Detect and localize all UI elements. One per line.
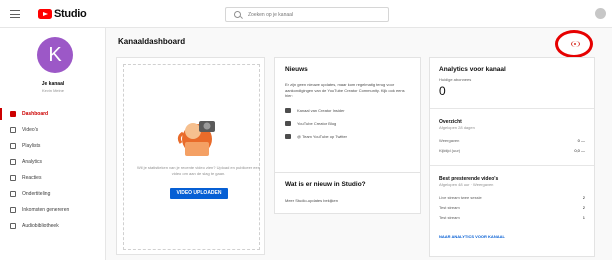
logo-text: Studio — [54, 8, 87, 20]
comments-icon — [10, 175, 16, 181]
sidebar-item-label: Reacties — [22, 175, 42, 181]
subscribers-label: Huidige abonnees — [439, 77, 472, 82]
go-live-button[interactable] — [555, 30, 593, 58]
search-icon — [234, 11, 241, 18]
page-title: Kanaaldashboard — [118, 37, 186, 46]
search-box[interactable] — [225, 7, 389, 22]
sidebar-item-label: Playlists — [22, 143, 41, 149]
video-title: Live stream twee sessie — [439, 194, 482, 200]
video-title: Test stream — [439, 214, 460, 220]
youtube-icon — [38, 9, 52, 19]
top-video-row[interactable]: Live stream twee sessie 2 — [439, 192, 585, 202]
sidebar-item-subtitles[interactable]: Ondertiteling — [0, 186, 106, 202]
sidebar-item-label: Video's — [22, 127, 39, 133]
sidebar: K Je kanaal Kevin Meine Dashboard Video'… — [0, 28, 106, 260]
analytics-title: Analytics voor kanaal — [439, 66, 506, 73]
live-broadcast-icon — [571, 41, 580, 47]
news-title: Nieuws — [285, 66, 308, 73]
news-link-creator-blog[interactable]: YouTube Creator Blog — [285, 120, 410, 134]
analytics-icon — [10, 159, 16, 165]
video-views: 1 — [582, 214, 585, 220]
divider — [430, 165, 594, 166]
dashboard-icon — [10, 111, 16, 117]
top-video-row[interactable]: Test stream 2 — [439, 202, 585, 212]
stat-value: 0 — — [577, 137, 585, 143]
account-avatar[interactable] — [595, 8, 606, 19]
upload-card: Wil je statistieken van je recente video… — [116, 57, 265, 255]
upload-illustration — [177, 121, 215, 156]
stat-label: Weergaven — [439, 137, 460, 143]
stat-value: 0,0 — — [574, 147, 585, 153]
twitter-icon — [285, 133, 291, 139]
sidebar-item-label: Analytics — [22, 159, 43, 165]
sidebar-item-label: Dashboard — [22, 111, 49, 117]
upload-video-button[interactable]: VIDEO UPLOADEN — [170, 188, 228, 199]
channel-name: Je kanaal — [41, 81, 65, 87]
news-card: Nieuws Er zijn geen nieuwe updates, maar… — [274, 57, 421, 187]
news-body: Er zijn geen nieuwe updates, maar kom re… — [285, 82, 405, 98]
studio-updates-link[interactable]: Meer Studio-updates bekijken — [285, 198, 410, 203]
stat-row: Weergaven 0 — — [439, 135, 585, 145]
news-link-label: Kanaal van Creator Insider — [297, 107, 345, 113]
playlists-icon — [10, 143, 16, 149]
video-views: 2 — [582, 194, 585, 200]
channel-subtitle: Kevin Meine — [41, 88, 64, 93]
sidebar-item-monetization[interactable]: Inkomsten genereren — [0, 202, 106, 218]
sidebar-item-playlists[interactable]: Playlists — [0, 138, 106, 154]
news-link-twitter[interactable]: @ Team YouTube op Twitter — [285, 133, 410, 147]
search-input[interactable] — [248, 10, 383, 20]
channel-avatar[interactable]: K — [37, 37, 73, 73]
youtube-icon — [285, 107, 291, 113]
top-bar: Studio — [0, 0, 612, 28]
subscribers-count: 0 — [439, 84, 446, 98]
subtitles-icon — [10, 191, 16, 197]
upload-prompt: Wil je statistieken van je recente video… — [137, 165, 260, 176]
main-content: Kanaaldashboard Wil je statistieken van … — [106, 28, 612, 260]
stat-label: Kijktijd (uur) — [439, 147, 461, 153]
divider — [430, 108, 594, 109]
go-to-analytics-link[interactable]: NAAR ANALYTICS VOOR KANAAL — [439, 234, 585, 239]
sidebar-item-label: Audiobibliotheek — [22, 223, 59, 229]
menu-icon[interactable] — [10, 10, 20, 18]
sidebar-item-comments[interactable]: Reacties — [0, 170, 106, 186]
videos-icon — [10, 127, 16, 133]
monetization-icon — [10, 207, 16, 213]
sidebar-item-dashboard[interactable]: Dashboard — [0, 106, 106, 122]
sidebar-item-label: Inkomsten genereren — [22, 207, 70, 213]
sidebar-item-analytics[interactable]: Analytics — [0, 154, 106, 170]
news-link-label: YouTube Creator Blog — [297, 120, 337, 126]
overview-subtitle: Afgelopen 28 dagen — [439, 125, 475, 130]
top-video-row[interactable]: Test stream 1 — [439, 212, 585, 222]
top-videos-subtitle: Afgelopen 48 uur · Weergaven — [439, 182, 494, 187]
stat-row: Kijktijd (uur) 0,0 — — [439, 145, 585, 155]
studio-updates-title: Wat is er nieuw in Studio? — [285, 181, 366, 188]
news-link-creator-insider[interactable]: Kanaal van Creator Insider — [285, 107, 410, 121]
analytics-card: Analytics voor kanaal Huidige abonnees 0… — [429, 57, 595, 257]
studio-logo[interactable]: Studio — [38, 8, 87, 20]
video-views: 2 — [582, 204, 585, 210]
sidebar-item-videos[interactable]: Video's — [0, 122, 106, 138]
upload-dropzone: Wil je statistieken van je recente video… — [123, 64, 260, 250]
sidebar-item-audio-library[interactable]: Audiobibliotheek — [0, 218, 106, 234]
studio-updates-card: Wat is er nieuw in Studio? Meer Studio-u… — [274, 172, 421, 214]
news-link-label: @ Team YouTube op Twitter — [297, 133, 348, 139]
audio-library-icon — [10, 223, 16, 229]
sidebar-nav: Dashboard Video's Playlists Analytics Re… — [0, 106, 106, 234]
blog-icon — [285, 120, 291, 126]
sidebar-item-label: Ondertiteling — [22, 191, 51, 197]
video-title: Test stream — [439, 204, 460, 210]
